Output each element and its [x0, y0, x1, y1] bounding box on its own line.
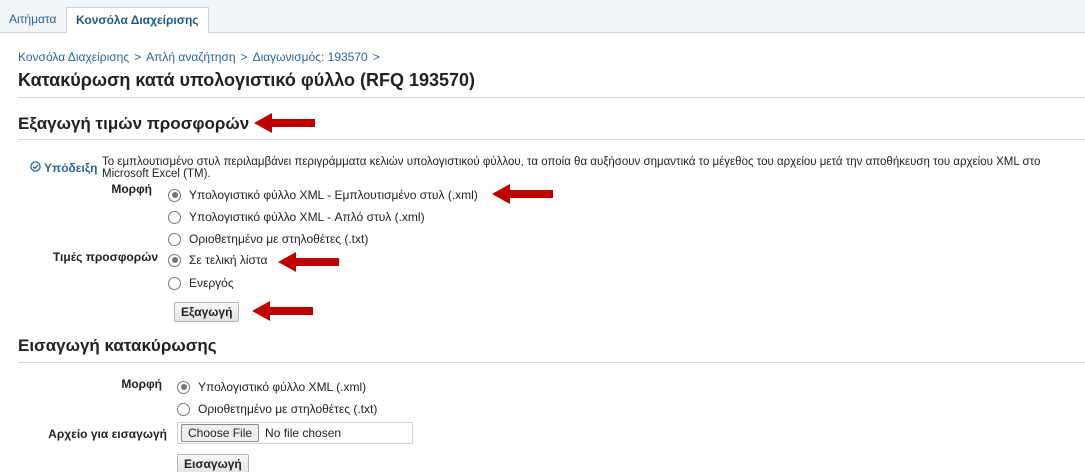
radio-label: Υπολογιστικό φύλλο XML - Απλό στυλ (.xml… — [189, 210, 425, 224]
title-divider — [18, 97, 1085, 98]
export-section-title: Εξαγωγή τιμών προσφορών — [18, 114, 250, 133]
radio-label: Υπολογιστικό φύλλο XML (.xml) — [198, 380, 367, 394]
export-button[interactable]: Εξαγωγή — [174, 302, 240, 322]
hint-text: Το εμπλουτισμένο στυλ περιλαμβάνει περιγ… — [102, 156, 1041, 180]
breadcrumb-rfq[interactable]: Διαγωνισμός: 193570 — [253, 50, 368, 64]
radio-label: Υπολογιστικό φύλλο XML - Εμπλουτισμένο σ… — [189, 188, 478, 202]
hint-label-text: Υπόδειξη — [44, 161, 98, 175]
tab-admin-console[interactable]: Κονσόλα Διαχείρισης — [66, 7, 209, 33]
radio-button[interactable] — [168, 276, 181, 290]
radio-import-txt[interactable]: Οριοθετημένο με στηλοθέτες (.txt) — [177, 400, 377, 418]
radio-active[interactable]: Ενεργός — [168, 274, 234, 292]
tab-bar: Αιτήματα Κονσόλα Διαχείρισης — [0, 0, 1085, 33]
breadcrumb-separator: > — [240, 50, 248, 64]
export-divider — [18, 139, 1085, 140]
arrow-left-icon — [278, 252, 339, 272]
radio-button-selected[interactable] — [168, 253, 181, 267]
bid-prices-label: Τιμές προσφορών — [52, 250, 158, 264]
breadcrumb-separator: > — [372, 50, 380, 64]
check-circle-icon — [30, 161, 41, 175]
radio-label: Ενεργός — [189, 276, 234, 290]
arrow-left-icon — [254, 113, 315, 133]
export-format-label: Μορφή — [111, 182, 152, 196]
import-file-label: Αρχείο για εισαγωγή — [48, 427, 167, 441]
radio-final-list[interactable]: Σε τελική λίστα — [168, 251, 267, 269]
radio-label: Σε τελική λίστα — [189, 253, 268, 267]
radio-xml-plain[interactable]: Υπολογιστικό φύλλο XML - Απλό στυλ (.xml… — [168, 208, 425, 226]
radio-button-selected[interactable] — [168, 188, 181, 202]
radio-label: Οριοθετημένο με στηλοθέτες (.txt) — [198, 402, 378, 416]
radio-button[interactable] — [177, 402, 190, 416]
file-input[interactable]: Choose File No file chosen — [177, 422, 413, 444]
radio-xml-rich[interactable]: Υπολογιστικό φύλλο XML - Εμπλουτισμένο σ… — [168, 186, 478, 204]
radio-button[interactable] — [168, 210, 181, 224]
import-section-title: Εισαγωγή κατακύρωσης — [18, 336, 217, 355]
arrow-left-icon — [252, 301, 313, 321]
breadcrumb: Κονσόλα Διαχείρισης > Απλή αναζήτηση > Διαγω… — [18, 50, 385, 64]
page-title: Κατακύρωση κατά υπολογιστικό φύλλο (RFQ … — [18, 70, 476, 90]
breadcrumb-separator: > — [134, 50, 142, 64]
import-button[interactable]: Εισαγωγή — [177, 454, 249, 472]
breadcrumb-admin-console[interactable]: Κονσόλα Διαχείρισης — [18, 50, 129, 64]
file-status: No file chosen — [265, 426, 342, 440]
import-format-label: Μορφή — [121, 377, 162, 391]
arrow-left-icon — [492, 184, 553, 204]
breadcrumb-simple-search[interactable]: Απλή αναζήτηση — [146, 50, 235, 64]
radio-tab-delimited[interactable]: Οριοθετημένο με στηλοθέτες (.txt) — [168, 230, 368, 248]
radio-label: Οριοθετημένο με στηλοθέτες (.txt) — [189, 232, 369, 246]
choose-file-button[interactable]: Choose File — [181, 424, 260, 442]
radio-import-xml[interactable]: Υπολογιστικό φύλλο XML (.xml) — [177, 378, 366, 396]
radio-button[interactable] — [168, 232, 181, 246]
hint-label: Υπόδειξη — [30, 161, 98, 175]
radio-button-selected[interactable] — [177, 380, 190, 394]
import-divider — [18, 362, 1085, 363]
tab-requests[interactable]: Αιτήματα — [0, 7, 65, 33]
